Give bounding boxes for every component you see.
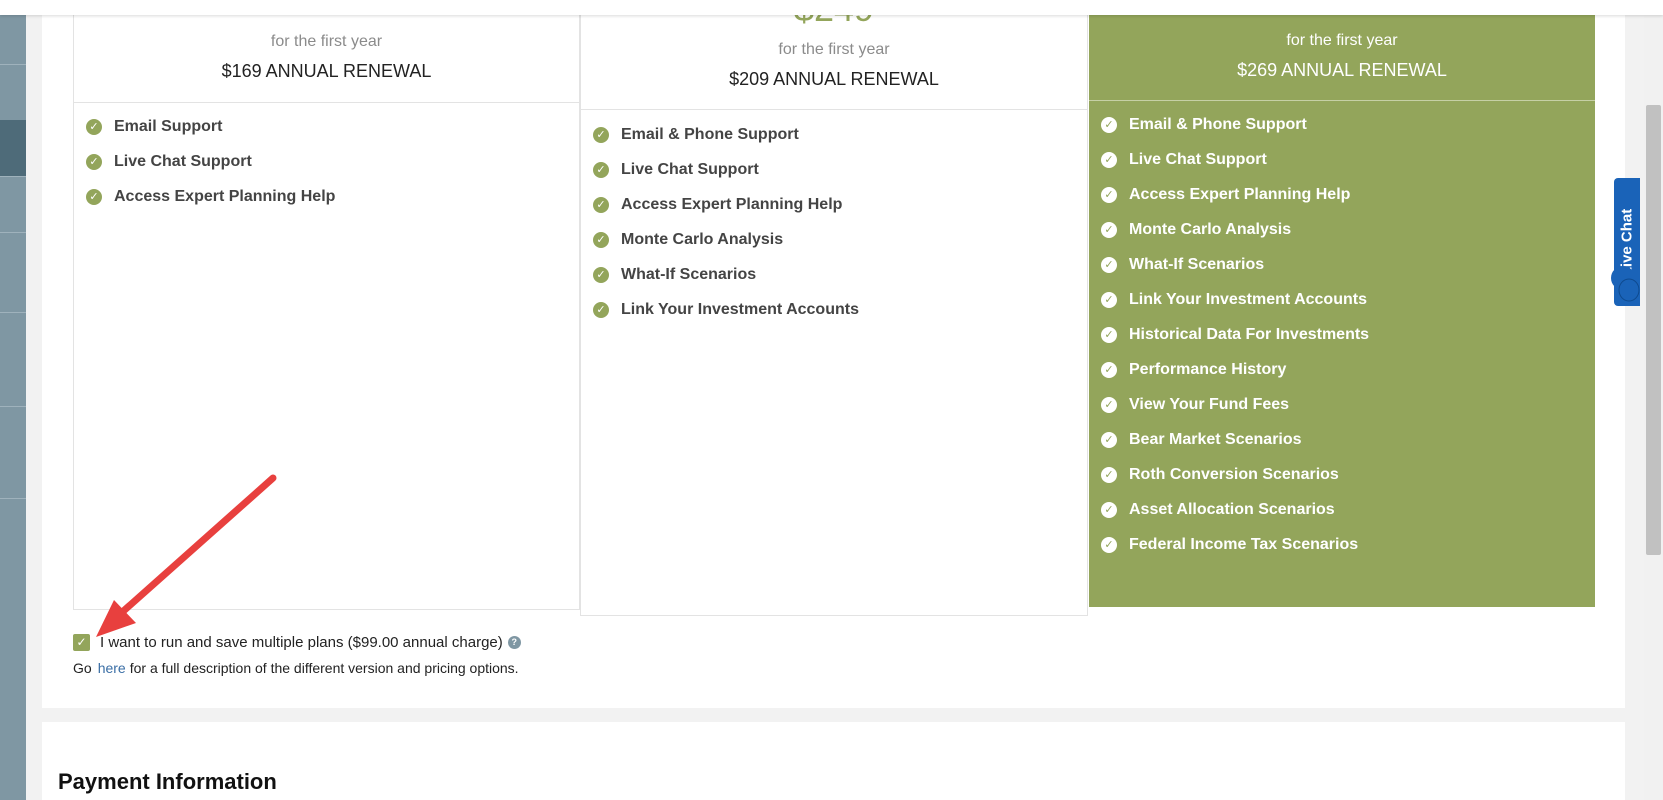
feature-item: ✓ View Your Fund Fees <box>1101 387 1595 422</box>
feature-list: ✓ Email & Phone Support ✓ Live Chat Suppor… <box>1101 107 1595 562</box>
check-icon: ✓ <box>1101 361 1117 378</box>
first-year-label: for the first year <box>270 33 383 50</box>
check-icon: ✓ <box>1101 326 1117 343</box>
feature-item: ✓ Link Your Investment Accounts <box>593 292 1087 327</box>
rail-item[interactable] <box>0 312 26 407</box>
feature-item: ✓ Federal Income Tax Scenarios <box>1101 527 1595 562</box>
check-icon: ✓ <box>1101 221 1117 238</box>
pricing-description: Go here for a full description of the diff… <box>73 660 519 676</box>
check-icon: ✓ <box>593 126 609 143</box>
check-icon: ✓ <box>1101 431 1117 448</box>
feature-item: ✓ Access Expert Planning Help <box>86 179 579 214</box>
feature-item: ✓ Access Expert Planning Help <box>593 187 1087 222</box>
feature-item: ✓ Link Your Investment Accounts <box>1101 282 1595 317</box>
feature-item: ✓ Monte Carlo Analysis <box>593 222 1087 257</box>
check-icon: ✓ <box>1101 116 1117 133</box>
check-icon: ✓ <box>1101 501 1117 518</box>
payment-section <box>42 722 1625 800</box>
feature-item: ✓ Live Chat Support <box>86 144 579 179</box>
renewal-price: $169 ANNUAL RENEWAL <box>221 61 432 81</box>
plan-divider <box>74 102 579 103</box>
plan-basic[interactable]: for the first year $169 ANNUAL RENEWAL ✓… <box>73 0 580 610</box>
check-icon: ✓ <box>86 188 102 205</box>
feature-item: ✓ Historical Data For Investments <box>1101 317 1595 352</box>
plan-premium[interactable]: for the first year $269 ANNUAL RENEWAL ✓… <box>1089 0 1595 607</box>
check-icon: ✓ <box>1101 396 1117 413</box>
first-year-label: for the first year <box>778 41 890 58</box>
rail-item[interactable] <box>0 406 26 499</box>
rail-item[interactable] <box>0 176 26 233</box>
feature-item: ✓ Performance History <box>1101 352 1595 387</box>
feature-item: ✓ Monte Carlo Analysis <box>1101 212 1595 247</box>
feature-item: ✓ Asset Allocation Scenarios <box>1101 492 1595 527</box>
plan-divider <box>581 109 1087 110</box>
check-icon: ✓ <box>593 301 609 318</box>
plan-divider <box>1089 100 1595 101</box>
check-icon: ✓ <box>1101 291 1117 308</box>
feature-item: ✓ Email Support <box>86 109 579 144</box>
scrollbar-track[interactable] <box>1644 15 1663 800</box>
left-nav-rail <box>0 0 26 800</box>
plan-plus[interactable]: $249 for the first year $209 ANNUAL RENE… <box>580 0 1088 616</box>
rail-item[interactable] <box>0 64 26 121</box>
description-suffix: for a full description of the different … <box>129 660 519 676</box>
check-icon: ✓ <box>1101 466 1117 483</box>
scrollbar-thumb[interactable] <box>1646 105 1661 555</box>
check-icon: ✓ <box>1101 256 1117 273</box>
feature-item: ✓ What-If Scenarios <box>1101 247 1595 282</box>
feature-item: ✓ Live Chat Support <box>1101 142 1595 177</box>
multiple-plans-option: ✓ I want to run and save multiple plans … <box>73 632 521 652</box>
feature-list: ✓ Email & Phone Support ✓ Live Chat Suppor… <box>593 117 1087 327</box>
multiple-plans-label: I want to run and save multiple plans ($… <box>100 633 503 651</box>
check-icon: ✓ <box>593 161 609 178</box>
check-icon: ✓ <box>86 118 102 135</box>
renewal-price: $209 ANNUAL RENEWAL <box>729 69 939 89</box>
rail-item-active[interactable] <box>0 120 26 177</box>
feature-item: ✓ Email & Phone Support <box>1101 107 1595 142</box>
check-icon: ✓ <box>1101 536 1117 553</box>
top-header-bar <box>0 0 1663 15</box>
check-icon: ✓ <box>1101 151 1117 168</box>
check-icon: ✓ <box>1101 186 1117 203</box>
feature-list: ✓ Email Support ✓ Live Chat Support ✓ Acces… <box>86 109 579 214</box>
rail-item[interactable] <box>0 232 26 313</box>
chat-bubble-icon[interactable] <box>1610 264 1640 304</box>
feature-item: ✓ Live Chat Support <box>593 152 1087 187</box>
check-icon: ✓ <box>593 196 609 213</box>
help-icon[interactable]: ? <box>507 635 521 649</box>
check-icon: ✓ <box>86 153 102 170</box>
feature-item: ✓ Roth Conversion Scenarios <box>1101 457 1595 492</box>
check-icon: ✓ <box>593 266 609 283</box>
feature-item: ✓ Access Expert Planning Help <box>1101 177 1595 212</box>
renewal-price: $269 ANNUAL RENEWAL <box>1237 60 1447 80</box>
check-icon: ✓ <box>593 231 609 248</box>
first-year-label: for the first year <box>1286 32 1398 49</box>
description-prefix: Go <box>73 660 92 676</box>
feature-item: ✓ Bear Market Scenarios <box>1101 422 1595 457</box>
pricing-details-link[interactable]: here <box>92 660 130 676</box>
feature-item: ✓ Email & Phone Support <box>593 117 1087 152</box>
multiple-plans-checkbox[interactable]: ✓ <box>73 633 90 651</box>
feature-item: ✓ What-If Scenarios <box>593 257 1087 292</box>
payment-title: Payment Information <box>58 769 277 794</box>
